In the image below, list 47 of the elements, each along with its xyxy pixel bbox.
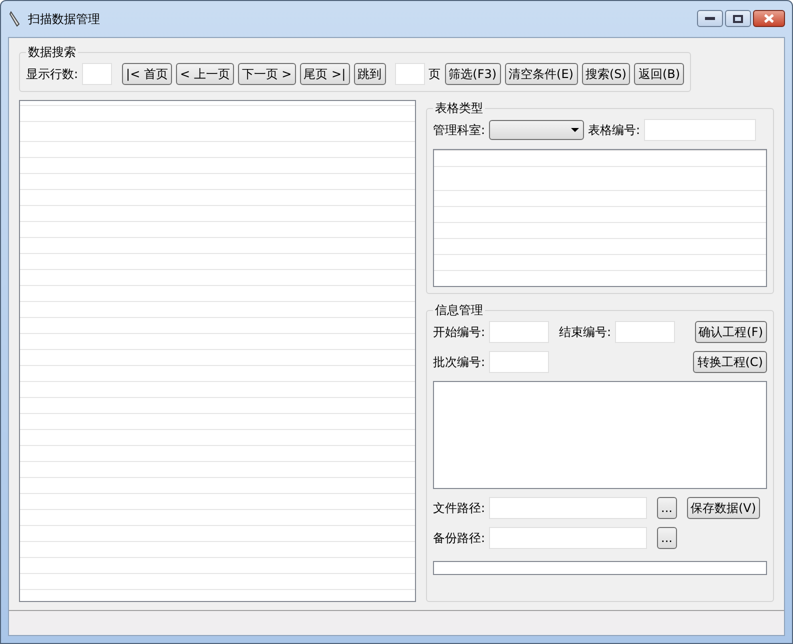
field-label: 开始编号: [433, 324, 486, 340]
input-field[interactable] [644, 119, 756, 141]
browse-button[interactable]: ... [657, 497, 676, 519]
action-button[interactable]: 搜索(S) [582, 63, 630, 85]
input-field[interactable] [489, 321, 550, 343]
field-label: 结束编号: [559, 324, 612, 340]
maximize-button[interactable] [725, 10, 751, 27]
data-list[interactable] [19, 100, 416, 602]
minimize-button[interactable] [697, 10, 723, 27]
window-title: 扫描数据管理 [28, 10, 100, 28]
action-button[interactable]: 筛选(F3) [444, 63, 501, 85]
caret-icon [571, 128, 580, 132]
action-button[interactable]: 返回(B) [634, 63, 684, 85]
field-label: 文件路径: [433, 500, 486, 516]
button[interactable]: 保存数据(V) [686, 497, 760, 519]
nav-button[interactable]: < 上一页 [176, 63, 234, 85]
field-label: 备份路径: [433, 530, 486, 546]
minimize-icon [705, 16, 715, 20]
nav-button[interactable]: 跳到 [354, 63, 386, 85]
button[interactable]: 转换工程(C) [693, 351, 767, 373]
nav-button[interactable]: 下一页 > [238, 63, 296, 85]
pen-icon [8, 11, 22, 27]
button[interactable]: 确认工程(F) [694, 321, 767, 343]
text-area[interactable] [433, 381, 767, 489]
action-button[interactable]: 清空条件(E) [504, 63, 578, 85]
nav-button[interactable]: |< 首页 [122, 63, 172, 85]
field-label: 显示行数: [26, 66, 78, 82]
maximize-icon [733, 14, 743, 22]
input-field[interactable] [615, 321, 676, 343]
field-label: 管理科室: [433, 122, 486, 138]
input-field[interactable] [82, 63, 112, 85]
input-field[interactable] [489, 351, 550, 373]
group-title: 数据搜索 [27, 44, 77, 61]
group-title: 信息管理 [434, 302, 484, 319]
group-title: 表格类型 [434, 100, 484, 117]
form-list[interactable] [433, 149, 767, 287]
input-field[interactable] [489, 527, 648, 549]
input-field[interactable] [489, 497, 648, 519]
close-icon [764, 14, 774, 23]
close-button[interactable] [753, 10, 785, 27]
nav-button[interactable]: 尾页 >| [300, 63, 350, 85]
browse-button[interactable]: ... [657, 527, 676, 549]
field-label: 表格编号: [588, 122, 640, 138]
field-label: 页 [428, 66, 441, 82]
field-label: 批次编号: [433, 354, 486, 370]
dropdown[interactable] [489, 120, 584, 140]
input-field[interactable] [394, 63, 425, 85]
